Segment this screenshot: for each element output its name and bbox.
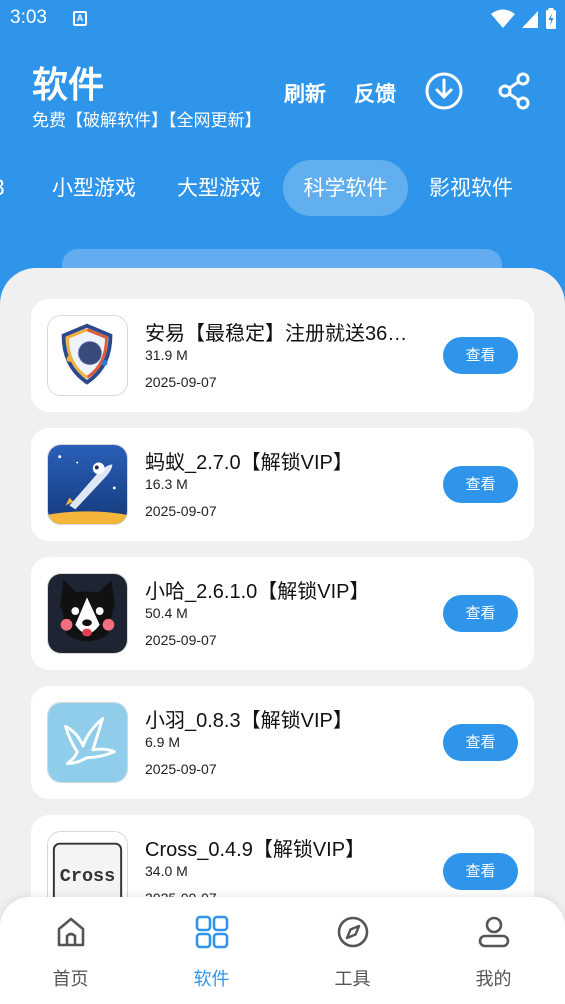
app-card[interactable]: 蚂蚁_2.7.0【解锁VIP】 16.3 M 2025-09-07 查看 bbox=[31, 428, 534, 541]
nav-label: 工具 bbox=[334, 969, 371, 990]
nav-label: 软件 bbox=[193, 969, 230, 990]
app-size: 31.9 M bbox=[145, 347, 188, 363]
user-icon bbox=[478, 916, 510, 948]
view-button[interactable]: 查看 bbox=[443, 595, 518, 632]
refresh-button[interactable]: 刷新 bbox=[284, 78, 326, 108]
nav-home[interactable]: 首页 bbox=[0, 897, 141, 1004]
status-bar: 3:03 A bbox=[0, 0, 565, 38]
app-date: 2025-09-07 bbox=[145, 632, 217, 648]
app-card[interactable]: 安易【最稳定】注册就送36… 31.9 M 2025-09-07 查看 bbox=[31, 299, 534, 412]
svg-text:Cross: Cross bbox=[60, 866, 116, 887]
nav-label: 我的 bbox=[475, 969, 512, 990]
bird-icon bbox=[47, 702, 128, 783]
app-name: Cross_0.4.9【解锁VIP】 bbox=[145, 839, 366, 861]
app-name: 蚂蚁_2.7.0【解锁VIP】 bbox=[145, 452, 353, 474]
signal-icon bbox=[522, 11, 538, 28]
wifi-icon bbox=[491, 9, 515, 28]
tab-partial[interactable]: 3 bbox=[0, 160, 5, 216]
nav-tools[interactable]: 工具 bbox=[282, 897, 423, 1004]
status-icons bbox=[491, 8, 557, 30]
home-icon bbox=[57, 917, 85, 947]
nav-software[interactable]: 软件 bbox=[141, 897, 282, 1004]
feedback-button[interactable]: 反馈 bbox=[354, 78, 396, 108]
tab-small-games[interactable]: 小型游戏 bbox=[40, 160, 148, 216]
page-subtitle: 免费【破解软件】【全网更新】 bbox=[32, 111, 262, 131]
app-name: 小羽_0.8.3【解锁VIP】 bbox=[145, 710, 353, 732]
tab-video-software[interactable]: 影视软件 bbox=[417, 160, 525, 216]
status-time: 3:03 bbox=[10, 7, 47, 28]
app-date: 2025-09-07 bbox=[145, 503, 217, 519]
app-size: 16.3 M bbox=[145, 476, 188, 492]
nav-mine[interactable]: 我的 bbox=[423, 897, 564, 1004]
nav-label: 首页 bbox=[52, 969, 89, 990]
page-title: 软件 bbox=[32, 65, 105, 106]
shield-globe-icon bbox=[47, 315, 128, 396]
app-list: 安易【最稳定】注册就送36… 31.9 M 2025-09-07 查看 蚂蚁_2… bbox=[0, 268, 565, 1004]
tab-large-games[interactable]: 大型游戏 bbox=[165, 160, 273, 216]
app-size: 34.0 M bbox=[145, 863, 188, 879]
app-size: 50.4 M bbox=[145, 605, 188, 621]
tab-science-software[interactable]: 科学软件 bbox=[283, 160, 408, 216]
view-button[interactable]: 查看 bbox=[443, 466, 518, 503]
grid-icon bbox=[195, 915, 229, 949]
app-name: 安易【最稳定】注册就送36… bbox=[145, 323, 408, 345]
view-button[interactable]: 查看 bbox=[443, 853, 518, 890]
app-card[interactable]: 小哈_2.6.1.0【解锁VIP】 50.4 M 2025-09-07 查看 bbox=[31, 557, 534, 670]
download-icon bbox=[425, 72, 463, 110]
app-date: 2025-09-07 bbox=[145, 374, 217, 390]
download-button[interactable] bbox=[424, 71, 464, 111]
view-button[interactable]: 查看 bbox=[443, 337, 518, 374]
app-notification-icon: A bbox=[73, 11, 87, 26]
battery-icon bbox=[546, 8, 556, 29]
app-size: 6.9 M bbox=[145, 734, 181, 750]
share-icon bbox=[498, 72, 530, 110]
category-tabs: 3 小型游戏 大型游戏 科学软件 影视软件 bbox=[0, 160, 565, 218]
husky-icon bbox=[47, 573, 128, 654]
app-card[interactable]: 小羽_0.8.3【解锁VIP】 6.9 M 2025-09-07 查看 bbox=[31, 686, 534, 799]
compass-icon bbox=[337, 916, 369, 948]
app-date: 2025-09-07 bbox=[145, 761, 217, 777]
rocket-icon bbox=[47, 444, 128, 525]
bottom-navigation: 首页 软件 工具 我的 bbox=[0, 897, 565, 1004]
app-name: 小哈_2.6.1.0【解锁VIP】 bbox=[145, 581, 370, 603]
share-button[interactable] bbox=[497, 72, 533, 110]
view-button[interactable]: 查看 bbox=[443, 724, 518, 761]
